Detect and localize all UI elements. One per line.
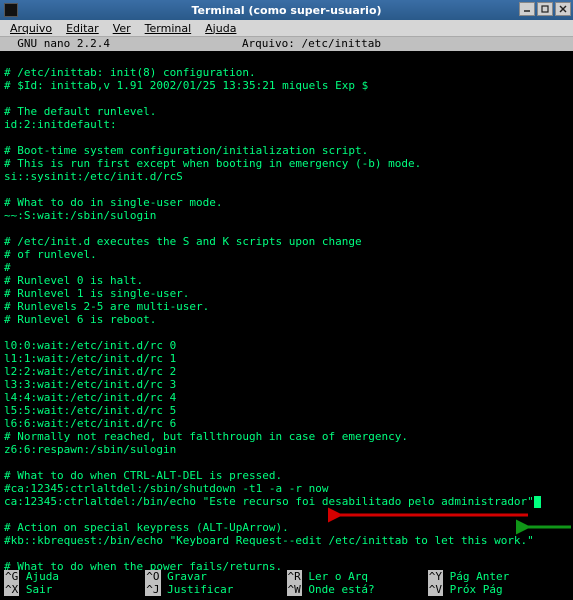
editor-line: # Runlevel 6 is reboot.	[4, 313, 569, 326]
editor-line: # $Id: inittab,v 1.91 2002/01/25 13:35:2…	[4, 79, 569, 92]
editor-content[interactable]: # /etc/inittab: init(8) configuration.# …	[0, 51, 573, 573]
editor-line: # What to do in single-user mode.	[4, 196, 569, 209]
editor-line: #	[4, 261, 569, 274]
editor-line: l1:1:wait:/etc/init.d/rc 1	[4, 352, 569, 365]
nano-file-label: Arquivo: /etc/inittab	[110, 37, 513, 51]
editor-line	[4, 53, 569, 66]
menu-editar[interactable]: Editar	[60, 21, 105, 36]
editor-line: l0:0:wait:/etc/init.d/rc 0	[4, 339, 569, 352]
editor-line: #kb::kbrequest:/bin/echo "Keyboard Reque…	[4, 534, 569, 547]
editor-line: # Runlevels 2-5 are multi-user.	[4, 300, 569, 313]
editor-line: # Runlevel 1 is single-user.	[4, 287, 569, 300]
window-buttons	[519, 2, 571, 16]
terminal-area[interactable]: GNU nano 2.2.4 Arquivo: /etc/inittab # /…	[0, 37, 573, 600]
editor-line: l5:5:wait:/etc/init.d/rc 5	[4, 404, 569, 417]
shortcut-nextpage: ^V Próx Pág	[428, 583, 569, 596]
shortcut-justify: ^J Justificar	[145, 583, 286, 596]
editor-line: # What to do when CTRL-ALT-DEL is presse…	[4, 469, 569, 482]
editor-line: ~~:S:wait:/sbin/sulogin	[4, 209, 569, 222]
shortcut-read: ^R Ler o Arq	[287, 570, 428, 583]
editor-line: #ca:12345:ctrlaltdel:/sbin/shutdown -t1 …	[4, 482, 569, 495]
editor-line	[4, 92, 569, 105]
shortcut-where: ^W Onde está?	[287, 583, 428, 596]
editor-line	[4, 547, 569, 560]
editor-line: ca:12345:ctrlaltdel:/bin/echo "Este recu…	[4, 495, 569, 508]
editor-line	[4, 131, 569, 144]
editor-line	[4, 456, 569, 469]
editor-line: # of runlevel.	[4, 248, 569, 261]
window-title: Terminal (como super-usuario)	[191, 4, 381, 17]
minimize-button[interactable]	[519, 2, 535, 16]
menu-ver[interactable]: Ver	[107, 21, 137, 36]
menu-bar: Arquivo Editar Ver Terminal Ajuda	[0, 20, 573, 37]
editor-line: l6:6:wait:/etc/init.d/rc 6	[4, 417, 569, 430]
editor-line: # The default runlevel.	[4, 105, 569, 118]
maximize-button[interactable]	[537, 2, 553, 16]
menu-ajuda[interactable]: Ajuda	[199, 21, 242, 36]
close-button[interactable]	[555, 2, 571, 16]
shortcut-prevpage: ^Y Pág Anter	[428, 570, 569, 583]
editor-line	[4, 508, 569, 521]
editor-line: # /etc/inittab: init(8) configuration.	[4, 66, 569, 79]
editor-line: # Boot-time system configuration/initial…	[4, 144, 569, 157]
editor-line: # This is run first except when booting …	[4, 157, 569, 170]
shortcut-exit: ^X Sair	[4, 583, 145, 596]
cursor	[534, 496, 541, 508]
nano-version: GNU nano 2.2.4	[0, 37, 110, 51]
menu-arquivo[interactable]: Arquivo	[4, 21, 58, 36]
shortcut-help: ^G Ajuda	[4, 570, 145, 583]
editor-line: # /etc/init.d executes the S and K scrip…	[4, 235, 569, 248]
editor-line: l4:4:wait:/etc/init.d/rc 4	[4, 391, 569, 404]
nano-header: GNU nano 2.2.4 Arquivo: /etc/inittab	[0, 37, 573, 51]
editor-line	[4, 222, 569, 235]
editor-line: # Action on special keypress (ALT-UpArro…	[4, 521, 569, 534]
menu-terminal[interactable]: Terminal	[139, 21, 198, 36]
editor-line: # Runlevel 0 is halt.	[4, 274, 569, 287]
editor-line: si::sysinit:/etc/init.d/rcS	[4, 170, 569, 183]
editor-line: l3:3:wait:/etc/init.d/rc 3	[4, 378, 569, 391]
editor-line: id:2:initdefault:	[4, 118, 569, 131]
nano-shortcuts: ^G Ajuda ^O Gravar ^R Ler o Arq ^Y Pág A…	[0, 570, 573, 600]
editor-line	[4, 183, 569, 196]
editor-line: l2:2:wait:/etc/init.d/rc 2	[4, 365, 569, 378]
window-titlebar: Terminal (como super-usuario)	[0, 0, 573, 20]
editor-line: z6:6:respawn:/sbin/sulogin	[4, 443, 569, 456]
terminal-icon	[4, 3, 18, 17]
editor-line	[4, 326, 569, 339]
shortcut-write: ^O Gravar	[145, 570, 286, 583]
editor-line: # Normally not reached, but fallthrough …	[4, 430, 569, 443]
